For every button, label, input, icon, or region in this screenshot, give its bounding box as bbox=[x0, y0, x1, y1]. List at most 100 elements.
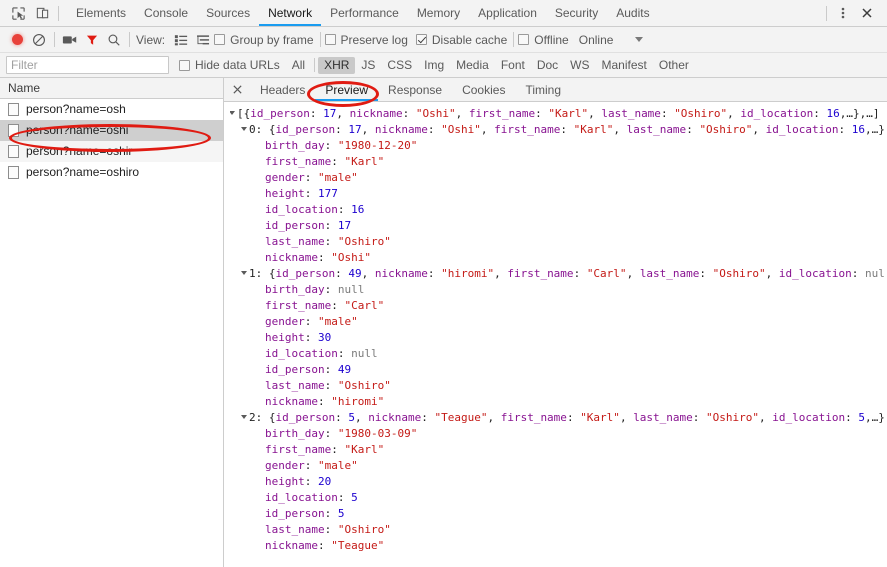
json-line-25: id_person: 5 bbox=[230, 506, 887, 522]
waterfall-view-icon[interactable] bbox=[192, 29, 214, 51]
search-icon[interactable] bbox=[103, 29, 125, 51]
tab-cookies[interactable]: Cookies bbox=[452, 78, 515, 101]
json-token: 17 bbox=[323, 107, 337, 120]
devtools-left-icons bbox=[0, 0, 67, 26]
tab-console[interactable]: Console bbox=[135, 0, 197, 26]
tab-sources[interactable]: Sources bbox=[197, 0, 259, 26]
hide-data-urls-checkbox[interactable]: Hide data URLs bbox=[179, 58, 280, 72]
disclosure-triangle-icon[interactable] bbox=[241, 271, 247, 275]
json-token: : bbox=[304, 315, 318, 328]
request-row-1[interactable]: person?name=oshi bbox=[0, 120, 223, 141]
filter-type-font[interactable]: Font bbox=[495, 57, 531, 74]
json-token: 49 bbox=[348, 267, 362, 280]
filter-type-css[interactable]: CSS bbox=[381, 57, 418, 74]
json-line-17: last_name: "Oshiro" bbox=[230, 378, 887, 394]
json-line-10[interactable]: 1: {id_person: 49, nickname: "hiromi", f… bbox=[230, 266, 887, 282]
json-token: last_name bbox=[633, 411, 693, 424]
json-token: , bbox=[480, 123, 495, 136]
close-icon[interactable] bbox=[855, 1, 879, 25]
throttling-select[interactable]: Online bbox=[579, 33, 644, 47]
json-token: : bbox=[324, 363, 338, 376]
requests-column-header[interactable]: Name bbox=[0, 78, 223, 99]
json-line-5: height: 177 bbox=[230, 186, 887, 202]
disclosure-triangle-icon[interactable] bbox=[241, 127, 247, 131]
tab-audits[interactable]: Audits bbox=[607, 0, 658, 26]
tab-performance[interactable]: Performance bbox=[321, 0, 408, 26]
chevron-down-icon bbox=[635, 37, 644, 42]
json-token: "Teague" bbox=[331, 539, 385, 552]
tab-performance-label: Performance bbox=[330, 6, 399, 20]
tab-headers[interactable]: Headers bbox=[250, 78, 315, 101]
request-row-2[interactable]: person?name=oshir bbox=[0, 141, 223, 162]
json-token: : bbox=[331, 299, 345, 312]
json-line-1[interactable]: 0: {id_person: 17, nickname: "Oshi", fir… bbox=[230, 122, 887, 138]
json-line-19[interactable]: 2: {id_person: 5, nickname: "Teague", fi… bbox=[230, 410, 887, 426]
record-button-icon[interactable] bbox=[6, 29, 28, 51]
json-token: ,…} bbox=[865, 123, 885, 136]
json-line-7: id_person: 17 bbox=[230, 218, 887, 234]
funnel-icon[interactable] bbox=[81, 29, 103, 51]
json-token: id_person bbox=[275, 123, 336, 136]
filter-type-xhr[interactable]: XHR bbox=[318, 56, 356, 74]
toolbar-divider bbox=[58, 5, 59, 21]
tab-elements[interactable]: Elements bbox=[67, 0, 135, 26]
device-toolbar-icon[interactable] bbox=[30, 1, 54, 25]
tab-preview[interactable]: Preview bbox=[315, 78, 378, 101]
tab-application[interactable]: Application bbox=[469, 0, 546, 26]
filter-type-ws[interactable]: WS bbox=[564, 57, 595, 74]
json-token: : bbox=[838, 123, 852, 136]
json-token: 16 bbox=[351, 203, 365, 216]
request-row-3[interactable]: person?name=oshiro bbox=[0, 162, 223, 183]
json-line-0[interactable]: [{id_person: 17, nickname: "Oshi", first… bbox=[230, 106, 887, 122]
list-view-icon[interactable] bbox=[170, 29, 192, 51]
group-by-frame-checkbox[interactable]: Group by frame bbox=[214, 33, 314, 47]
filter-type-all[interactable]: All bbox=[286, 57, 311, 74]
request-row-0[interactable]: person?name=osh bbox=[0, 99, 223, 120]
filter-type-img[interactable]: Img bbox=[418, 57, 450, 74]
camera-icon[interactable] bbox=[59, 29, 81, 51]
tab-timing[interactable]: Timing bbox=[515, 78, 571, 101]
json-line-26: last_name: "Oshiro" bbox=[230, 522, 887, 538]
json-token: height bbox=[265, 331, 305, 344]
json-token: : { bbox=[255, 123, 276, 136]
json-preview-tree[interactable]: [{id_person: 17, nickname: "Oshi", first… bbox=[224, 103, 887, 567]
json-token: , bbox=[336, 107, 350, 120]
close-details-icon[interactable] bbox=[224, 78, 250, 101]
json-line-2: birth_day: "1980-12-20" bbox=[230, 138, 887, 154]
json-token: "Oshiro" bbox=[712, 267, 766, 280]
tab-memory[interactable]: Memory bbox=[408, 0, 469, 26]
requests-panel: Name person?name=osh person?name=oshi pe… bbox=[0, 78, 224, 567]
filter-type-media[interactable]: Media bbox=[450, 57, 495, 74]
disable-cache-checkbox[interactable]: Disable cache bbox=[415, 33, 507, 47]
net-divider-3 bbox=[319, 32, 321, 47]
tab-network[interactable]: Network bbox=[259, 0, 322, 26]
json-token: "Oshi" bbox=[415, 107, 456, 120]
disclosure-triangle-icon[interactable] bbox=[241, 415, 247, 419]
clear-icon[interactable] bbox=[28, 29, 50, 51]
tab-response[interactable]: Response bbox=[378, 78, 452, 101]
json-token: : bbox=[331, 443, 345, 456]
json-token: gender bbox=[265, 459, 305, 472]
tab-security[interactable]: Security bbox=[546, 0, 607, 26]
filter-input[interactable] bbox=[6, 56, 169, 74]
json-token: id_location bbox=[265, 347, 338, 360]
json-token: : bbox=[851, 267, 866, 280]
tab-console-label: Console bbox=[144, 6, 189, 20]
filter-type-doc[interactable]: Doc bbox=[531, 57, 564, 74]
hide-data-urls-box bbox=[179, 59, 190, 71]
filter-type-manifest[interactable]: Manifest bbox=[596, 57, 653, 74]
inspect-element-icon[interactable] bbox=[6, 1, 30, 25]
json-token: last_name bbox=[639, 267, 700, 280]
preserve-log-checkbox[interactable]: Preserve log bbox=[324, 33, 408, 47]
kebab-menu-icon[interactable] bbox=[831, 1, 855, 25]
filter-type-other[interactable]: Other bbox=[653, 57, 695, 74]
disclosure-triangle-icon[interactable] bbox=[230, 111, 235, 115]
filter-type-js[interactable]: JS bbox=[355, 57, 381, 74]
offline-label: Offline bbox=[534, 32, 569, 47]
json-token: : bbox=[427, 123, 442, 136]
json-token: , bbox=[487, 411, 501, 424]
json-token: "Oshiro" bbox=[337, 523, 391, 536]
net-divider-2 bbox=[129, 32, 130, 47]
json-token: id_location bbox=[265, 491, 338, 504]
offline-checkbox[interactable]: Offline bbox=[518, 32, 569, 47]
